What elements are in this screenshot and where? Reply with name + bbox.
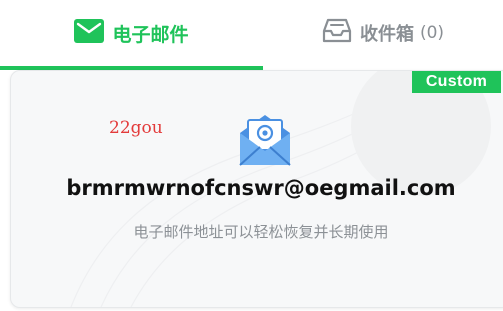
tab-email[interactable]: 电子邮件 xyxy=(0,0,263,66)
custom-badge: Custom xyxy=(412,71,501,93)
tab-email-label: 电子邮件 xyxy=(112,23,189,46)
envelope-icon xyxy=(74,19,105,47)
mail-at-icon xyxy=(236,111,294,169)
tab-bar: 电子邮件 收件箱 (0) xyxy=(0,0,503,70)
inbox-count: (0) xyxy=(419,23,445,43)
email-subtitle: 电子邮件地址可以轻松恢复并长期使用 xyxy=(133,223,389,241)
email-address[interactable]: brmrmwrnofcnswr@oegmail.com xyxy=(11,176,503,200)
tab-inbox[interactable]: 收件箱 (0) xyxy=(263,0,503,66)
tab-inbox-label: 收件箱 xyxy=(359,24,414,45)
inbox-tray-icon xyxy=(322,18,352,48)
user-tag: 22gou xyxy=(109,118,163,138)
email-card: Custom 22gou brmrmwrnofcnswr@oegmail.com… xyxy=(10,70,503,308)
